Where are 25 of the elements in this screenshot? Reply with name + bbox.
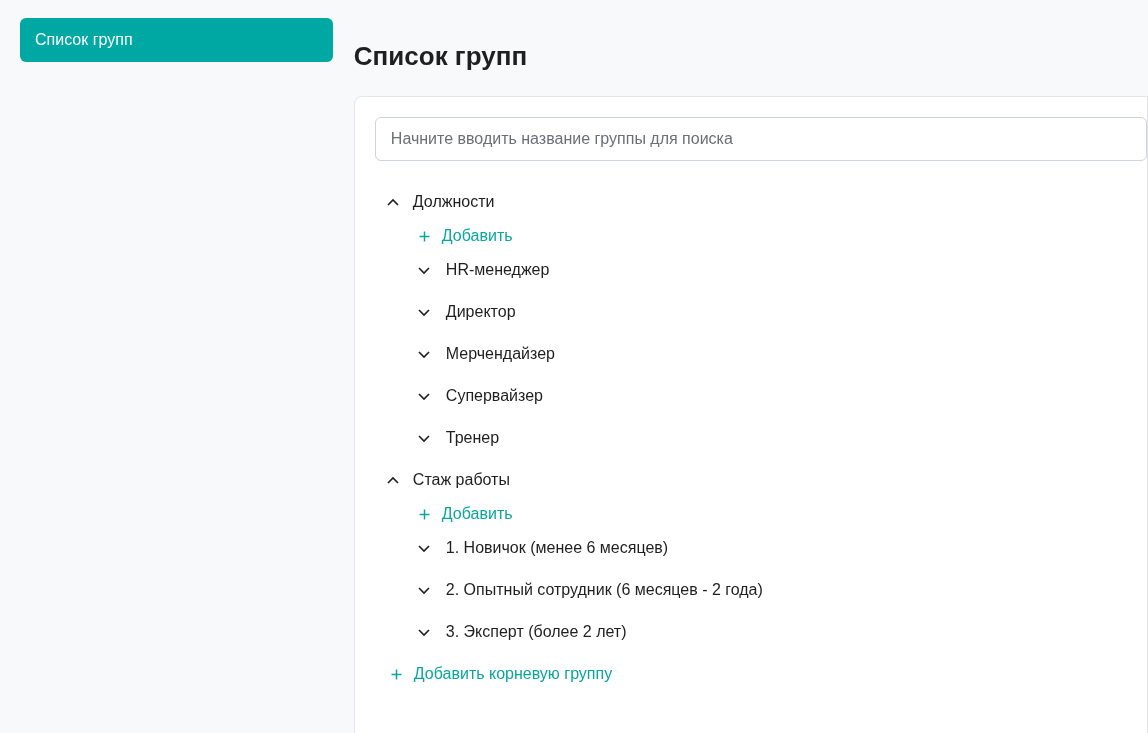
- group-label[interactable]: 3. Эксперт (более 2 лет): [445, 623, 627, 641]
- group-label[interactable]: Мерчендайзер: [445, 345, 555, 363]
- plus-icon: [418, 230, 430, 242]
- plus-icon: [418, 508, 430, 520]
- plus-icon: [390, 668, 402, 680]
- group-label[interactable]: Должности: [412, 193, 495, 211]
- chevron-down-icon[interactable]: [417, 585, 430, 595]
- chevron-down-icon[interactable]: [417, 391, 430, 401]
- search-field[interactable]: Начните вводить название группы для поиска: [374, 117, 1147, 161]
- chevron-down-icon[interactable]: [417, 307, 430, 317]
- chevron-up-icon[interactable]: [386, 475, 399, 485]
- chevron-up-icon[interactable]: [386, 197, 399, 207]
- group-label[interactable]: HR-менеджер: [445, 261, 550, 279]
- group-label[interactable]: 1. Новичок (менее 6 месяцев): [445, 539, 669, 557]
- group-label[interactable]: Стаж работы: [412, 471, 510, 489]
- chevron-down-icon[interactable]: [417, 433, 430, 443]
- page-title: Список групп: [353, 40, 529, 73]
- group-label[interactable]: Супервайзер: [445, 387, 543, 405]
- group-label[interactable]: 2. Опытный сотрудник (6 месяцев - 2 года): [445, 581, 763, 599]
- chevron-down-icon[interactable]: [417, 627, 430, 637]
- chevron-down-icon[interactable]: [417, 543, 430, 553]
- group-label[interactable]: Директор: [445, 303, 516, 321]
- group-label[interactable]: Тренер: [445, 429, 500, 447]
- chevron-down-icon[interactable]: [417, 349, 430, 359]
- chevron-down-icon[interactable]: [417, 265, 430, 275]
